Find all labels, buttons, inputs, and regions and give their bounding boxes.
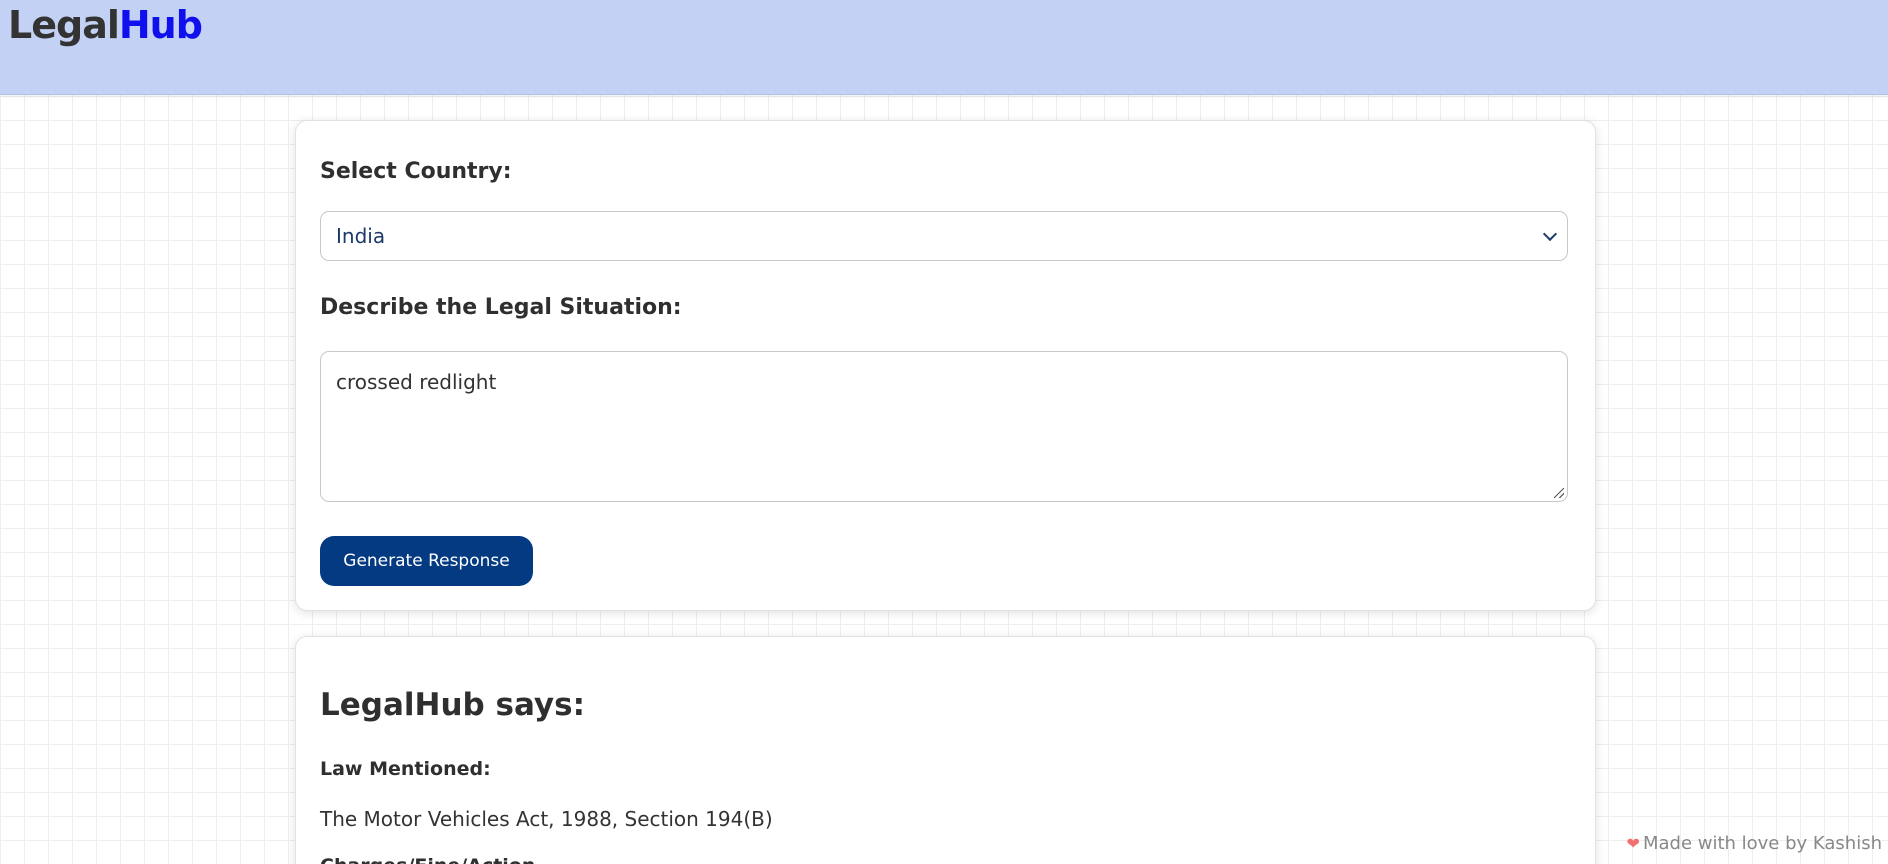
resize-handle-icon[interactable]	[1554, 488, 1564, 498]
logo-part-legal: Legal	[8, 3, 120, 47]
chevron-down-icon	[1542, 226, 1558, 242]
response-title: LegalHub says:	[320, 687, 585, 723]
footer-credit: ❤ Made with love by Kashish	[1627, 833, 1882, 854]
response-card: LegalHub says: Law Mentioned: The Motor …	[295, 636, 1596, 864]
footer-credit-text: Made with love by Kashish	[1642, 833, 1882, 854]
app-logo[interactable]: LegalHub	[8, 2, 203, 48]
generate-response-button[interactable]: Generate Response	[320, 536, 533, 586]
law-mentioned-label: Law Mentioned:	[320, 758, 491, 780]
heart-icon: ❤	[1626, 834, 1640, 853]
country-select-value: India	[336, 224, 386, 248]
charges-label: Charges/Fine/Action	[320, 855, 535, 864]
situation-textarea-value: crossed redlight	[336, 370, 497, 394]
query-form-card: Select Country: India Describe the Legal…	[295, 120, 1596, 611]
country-label: Select Country:	[320, 159, 512, 184]
situation-label: Describe the Legal Situation:	[320, 295, 682, 320]
country-select[interactable]: India	[320, 211, 1568, 261]
situation-textarea[interactable]: crossed redlight	[320, 351, 1568, 502]
logo-part-hub: Hub	[118, 3, 203, 47]
top-header: LegalHub	[0, 0, 1888, 95]
law-mentioned-text: The Motor Vehicles Act, 1988, Section 19…	[320, 807, 773, 831]
